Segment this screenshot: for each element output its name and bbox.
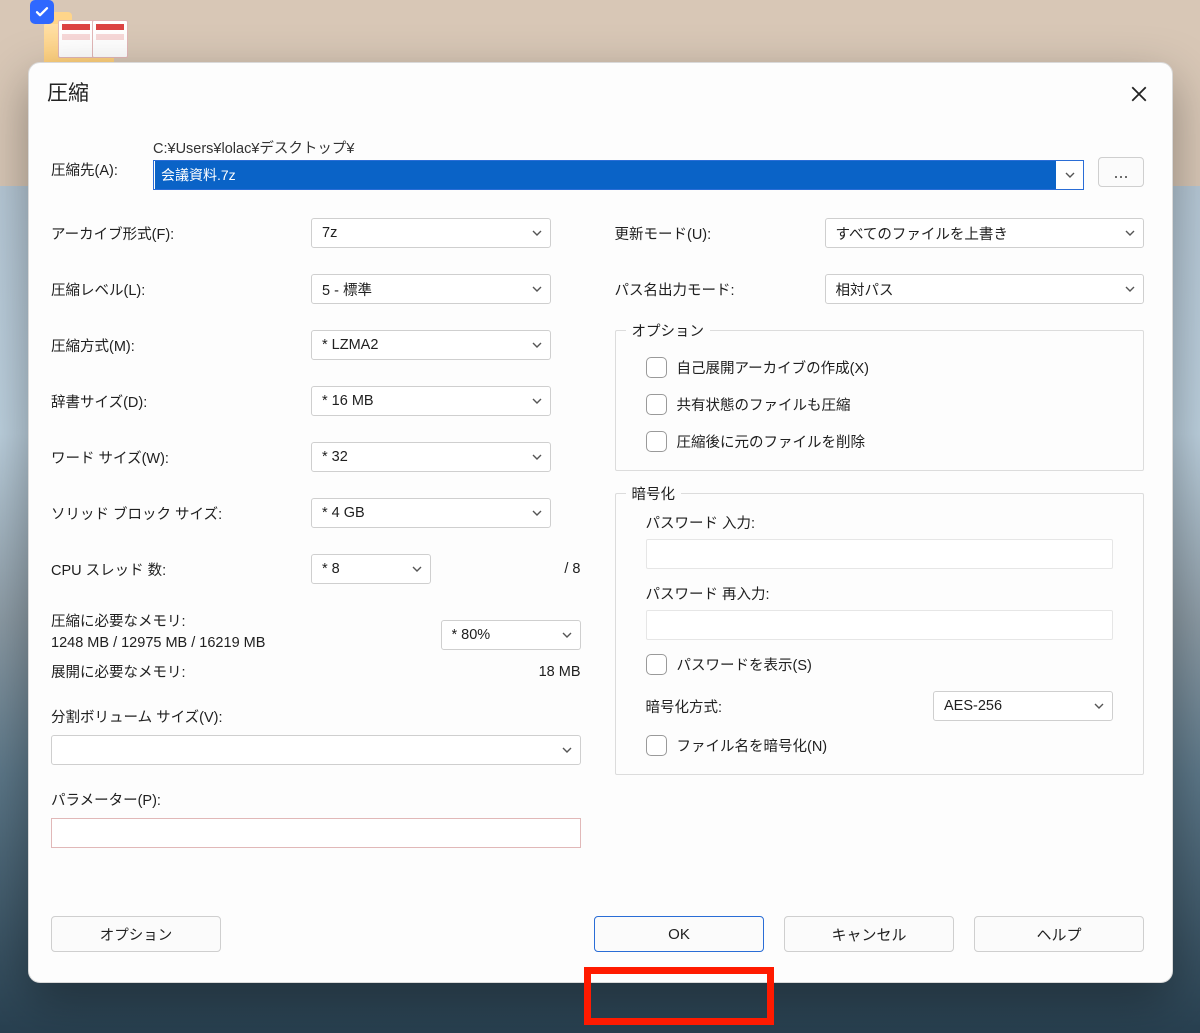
chevron-down-icon	[1121, 227, 1139, 239]
encryption-group: 暗号化 パスワード 入力: パスワード 再入力: パスワードを表示(S) 暗号化…	[615, 493, 1145, 775]
password-label: パスワード 入力:	[646, 512, 1126, 533]
chevron-down-icon	[528, 507, 546, 519]
update-mode-select[interactable]: すべてのファイルを上書き	[825, 218, 1145, 248]
chevron-down-icon	[1057, 169, 1083, 181]
options-group: オプション 自己展開アーカイブの作成(X) 共有状態のファイルも圧縮 圧縮後に元…	[615, 330, 1145, 471]
chevron-down-icon	[408, 563, 426, 575]
threads-select[interactable]: * 8	[311, 554, 431, 584]
mem-pct-select[interactable]: * 80%	[441, 620, 581, 650]
solid-select[interactable]: * 4 GB	[311, 498, 551, 528]
level-label: 圧縮レベル(L):	[51, 279, 311, 300]
encryption-legend: 暗号化	[626, 483, 682, 504]
solid-label: ソリッド ブロック サイズ:	[51, 503, 311, 524]
checkbox-icon	[646, 654, 667, 675]
cancel-button[interactable]: キャンセル	[784, 916, 954, 952]
word-label: ワード サイズ(W):	[51, 447, 311, 468]
level-select[interactable]: 5 - 標準	[311, 274, 551, 304]
update-mode-label: 更新モード(U):	[615, 223, 825, 244]
chevron-down-icon	[1121, 283, 1139, 295]
ok-button[interactable]: OK	[594, 916, 764, 952]
enc-method-select[interactable]: AES-256	[933, 691, 1113, 721]
dest-label: 圧縮先(A):	[51, 137, 139, 180]
chevron-down-icon	[558, 629, 576, 641]
mem-compress-detail: 1248 MB / 12975 MB / 16219 MB	[51, 635, 441, 651]
browse-button[interactable]: ...	[1098, 157, 1144, 187]
mem-decompress-value: 18 MB	[539, 664, 581, 680]
options-legend: オプション	[626, 320, 711, 341]
compress-dialog: 圧縮 圧縮先(A): C:¥Users¥lolac¥デスクトップ¥ 会議資料.7…	[28, 62, 1173, 983]
show-password-checkbox[interactable]: パスワードを表示(S)	[646, 654, 1126, 675]
chevron-down-icon	[528, 283, 546, 295]
params-label: パラメーター(P):	[51, 789, 581, 810]
checkbox-icon	[646, 394, 667, 415]
dest-path: C:¥Users¥lolac¥デスクトップ¥	[153, 137, 1084, 158]
shared-checkbox[interactable]: 共有状態のファイルも圧縮	[646, 394, 1126, 415]
threads-total: / 8	[564, 561, 580, 577]
format-select[interactable]: 7z	[311, 218, 551, 248]
chevron-down-icon	[528, 339, 546, 351]
password-input[interactable]	[646, 539, 1114, 569]
chevron-down-icon	[558, 744, 576, 756]
chevron-down-icon	[528, 451, 546, 463]
dest-filename: 会議資料.7z	[155, 161, 1056, 189]
password2-label: パスワード 再入力:	[646, 583, 1126, 604]
method-select[interactable]: * LZMA2	[311, 330, 551, 360]
sfx-checkbox[interactable]: 自己展開アーカイブの作成(X)	[646, 357, 1126, 378]
password2-input[interactable]	[646, 610, 1114, 640]
checkbox-icon	[646, 357, 667, 378]
checkmark-icon	[30, 0, 54, 24]
options-button[interactable]: オプション	[51, 916, 221, 952]
threads-label: CPU スレッド 数:	[51, 559, 311, 580]
path-mode-label: パス名出力モード:	[615, 279, 825, 300]
enc-method-label: 暗号化方式:	[646, 696, 934, 717]
dialog-title: 圧縮	[47, 77, 89, 107]
method-label: 圧縮方式(M):	[51, 335, 311, 356]
checkbox-icon	[646, 431, 667, 452]
checkbox-icon	[646, 735, 667, 756]
split-label: 分割ボリューム サイズ(V):	[51, 706, 581, 727]
params-input[interactable]	[51, 818, 581, 848]
close-button[interactable]	[1118, 77, 1160, 111]
format-label: アーカイブ形式(F):	[51, 223, 311, 244]
split-combo[interactable]	[51, 735, 581, 765]
path-mode-select[interactable]: 相対パス	[825, 274, 1145, 304]
delete-after-checkbox[interactable]: 圧縮後に元のファイルを削除	[646, 431, 1126, 452]
dest-filename-combo[interactable]: 会議資料.7z	[153, 160, 1084, 190]
close-icon	[1130, 85, 1148, 103]
chevron-down-icon	[1090, 700, 1108, 712]
help-button[interactable]: ヘルプ	[974, 916, 1144, 952]
mem-compress-label: 圧縮に必要なメモリ:	[51, 610, 441, 631]
dict-label: 辞書サイズ(D):	[51, 391, 311, 412]
word-select[interactable]: * 32	[311, 442, 551, 472]
mem-decompress-label: 展開に必要なメモリ:	[51, 661, 539, 682]
dict-select[interactable]: * 16 MB	[311, 386, 551, 416]
encrypt-names-checkbox[interactable]: ファイル名を暗号化(N)	[646, 735, 1126, 756]
chevron-down-icon	[528, 395, 546, 407]
chevron-down-icon	[528, 227, 546, 239]
